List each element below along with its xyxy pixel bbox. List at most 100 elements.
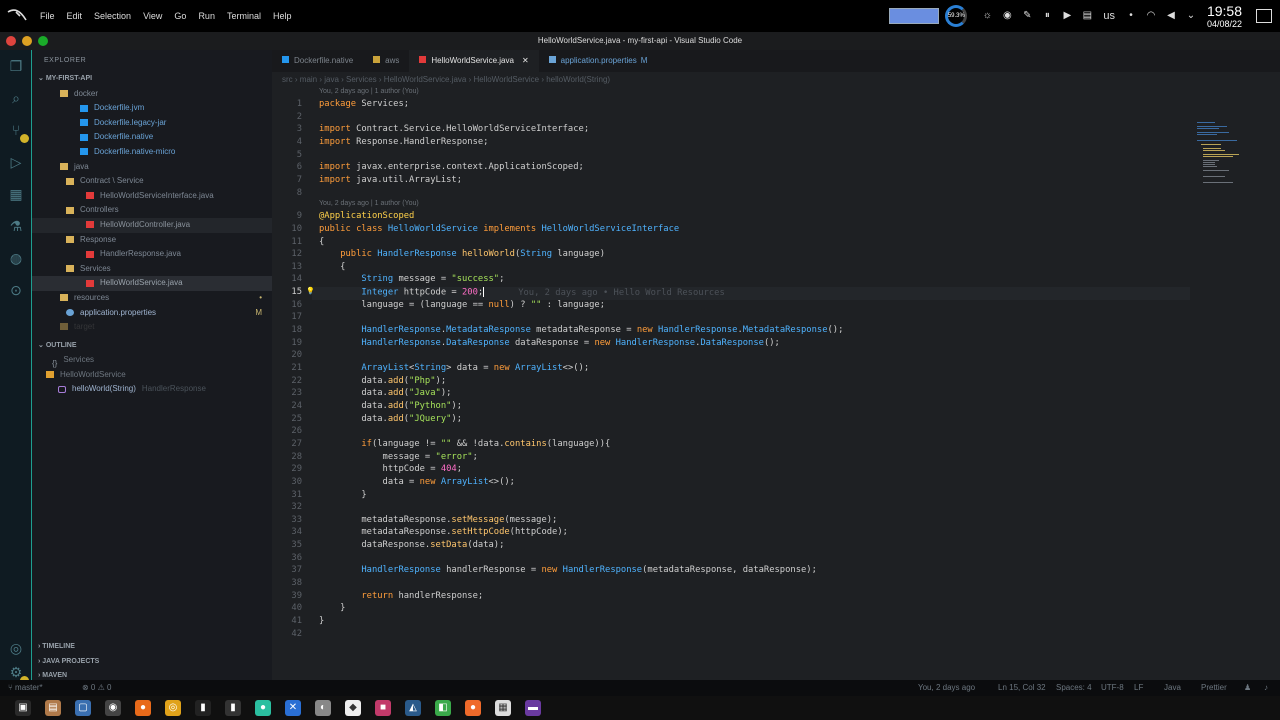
chevron-down-icon[interactable]: ⌄: [1185, 11, 1197, 21]
tree-item[interactable]: Dockerfile.jvm: [32, 101, 272, 116]
maximize-window-button[interactable]: [38, 36, 48, 46]
account-status-icon[interactable]: ♟: [1244, 680, 1251, 696]
tree-item[interactable]: HelloWorldService.java: [32, 276, 272, 291]
editor-tab[interactable]: HelloWorldService.java ✕: [409, 50, 539, 72]
tree-item[interactable]: resources •: [32, 291, 272, 306]
close-window-button[interactable]: [6, 36, 16, 46]
prettier-status[interactable]: Prettier: [1201, 680, 1227, 696]
show-desktop-button[interactable]: [1256, 9, 1272, 23]
tree-item[interactable]: Contract \ Service: [32, 174, 272, 189]
tree-item[interactable]: Dockerfile.native: [32, 130, 272, 145]
branch-status[interactable]: ⑂ master*: [8, 680, 43, 696]
clock[interactable]: 19:58 04/08/22: [1207, 4, 1242, 29]
source-control-icon[interactable]: ⑂: [7, 121, 29, 143]
system-menu-item[interactable]: File: [40, 11, 55, 21]
doc-app-icon[interactable]: ▦: [495, 700, 511, 716]
postman-app-icon[interactable]: ●: [465, 700, 481, 716]
chrome-app-icon[interactable]: ◎: [165, 700, 181, 716]
minimize-window-button[interactable]: [22, 36, 32, 46]
term2-app-icon[interactable]: ▮: [195, 700, 211, 716]
firefox-app-icon[interactable]: ●: [135, 700, 151, 716]
inkscape-app-icon[interactable]: ◆: [345, 700, 361, 716]
language-mode[interactable]: Java: [1164, 680, 1181, 696]
blame-status[interactable]: You, 2 days ago: [918, 680, 975, 696]
term3-app-icon[interactable]: ▮: [225, 700, 241, 716]
sublime-app-icon[interactable]: ▬: [525, 700, 541, 716]
outline-item[interactable]: {} Services: [32, 353, 272, 368]
bluetooth-icon[interactable]: •: [1125, 11, 1137, 21]
manage-gear-icon[interactable]: ⚙: [7, 663, 29, 685]
system-menu-item[interactable]: Terminal: [227, 11, 261, 21]
tree-item[interactable]: target: [32, 320, 272, 335]
outline-item[interactable]: HelloWorldService: [32, 368, 272, 383]
codelens-blame[interactable]: You, 2 days ago | 1 author (You): [319, 88, 419, 95]
tree-item[interactable]: Response: [32, 233, 272, 248]
tree-item[interactable]: HelloWorldController.java: [32, 217, 272, 233]
wireshark-app-icon[interactable]: ◭: [405, 700, 421, 716]
jetbrains-app-icon[interactable]: ■: [375, 700, 391, 716]
gimp-app-icon[interactable]: ◐: [315, 700, 331, 716]
pause-icon[interactable]: ⏸: [1041, 11, 1053, 21]
kali-logo-icon[interactable]: [6, 6, 28, 26]
minimap[interactable]: [1195, 120, 1240, 190]
indentation[interactable]: Spaces: 4: [1056, 680, 1092, 696]
extensions-icon[interactable]: ▦: [7, 185, 25, 203]
slack-app-icon[interactable]: ●: [255, 700, 271, 716]
java-projects-header[interactable]: › JAVA PROJECTS: [32, 655, 272, 670]
tree-item[interactable]: Dockerfile.native-micro: [32, 145, 272, 160]
wifi-icon[interactable]: ◠: [1145, 11, 1157, 21]
record-icon[interactable]: ◉: [1001, 11, 1013, 21]
outline-item[interactable]: helloWorld(String) HandlerResponse: [32, 382, 272, 397]
breadcrumb[interactable]: src › main › java › Services › HelloWorl…: [272, 72, 1280, 87]
tree-item[interactable]: docker: [32, 87, 272, 102]
github-icon[interactable]: ⊙: [7, 281, 25, 299]
explorer-icon[interactable]: ❐: [7, 57, 25, 75]
editor-tab[interactable]: Dockerfile.native: [272, 50, 363, 72]
problems-status[interactable]: ⊗ 0 ⚠ 0: [82, 680, 111, 696]
system-menu-item[interactable]: View: [143, 11, 162, 21]
timeline-header[interactable]: › TIMELINE: [32, 640, 272, 655]
qt-app-icon[interactable]: ◧: [435, 700, 451, 716]
end-of-line[interactable]: LF: [1134, 680, 1143, 696]
archive-app-icon[interactable]: ▤: [45, 700, 61, 716]
close-icon[interactable]: ✕: [522, 56, 529, 65]
brush-icon[interactable]: ✎: [1021, 11, 1033, 21]
volume-icon[interactable]: ◀: [1165, 11, 1177, 21]
keyboard-layout[interactable]: us: [1103, 10, 1115, 22]
encoding[interactable]: UTF-8: [1101, 680, 1124, 696]
system-menu-item[interactable]: Help: [273, 11, 292, 21]
vscode-app-icon[interactable]: ✕: [285, 700, 301, 716]
clipboard-icon[interactable]: ▤: [1081, 11, 1093, 21]
tree-item[interactable]: HelloWorldServiceInterface.java: [32, 189, 272, 204]
search-icon[interactable]: ⌕: [7, 89, 25, 107]
tree-item[interactable]: java: [32, 160, 272, 175]
editor-tab[interactable]: aws: [363, 50, 409, 72]
run-debug-icon[interactable]: ▷: [7, 153, 25, 171]
tree-item[interactable]: Services: [32, 262, 272, 277]
system-menu-item[interactable]: Edit: [67, 11, 83, 21]
tree-item[interactable]: HandlerResponse.java: [32, 247, 272, 262]
whisker-app-icon[interactable]: ◉: [105, 700, 121, 716]
outline-header[interactable]: ⌄ OUTLINE: [32, 339, 272, 354]
files-app-icon[interactable]: ▢: [75, 700, 91, 716]
tree-item[interactable]: Controllers: [32, 203, 272, 218]
system-menu-item[interactable]: Run: [198, 11, 215, 21]
cursor-position[interactable]: Ln 15, Col 32: [998, 680, 1046, 696]
terminal-app-icon[interactable]: ▣: [15, 700, 31, 716]
remote-explorer-icon[interactable]: ◍: [7, 249, 25, 267]
line-number: 38: [291, 578, 302, 589]
project-header[interactable]: ⌄ MY-FIRST-API: [32, 72, 272, 87]
codelens-blame[interactable]: You, 2 days ago | 1 author (You): [319, 200, 419, 207]
account-icon[interactable]: ◎: [7, 639, 25, 657]
notification-icon[interactable]: ☼: [981, 11, 993, 21]
camera-icon[interactable]: ▶: [1061, 11, 1073, 21]
system-menu-item[interactable]: Selection: [94, 11, 131, 21]
testing-icon[interactable]: ⚗: [7, 217, 25, 235]
tree-item[interactable]: Dockerfile.legacy-jar: [32, 116, 272, 131]
tree-item[interactable]: application.properties M: [32, 306, 272, 321]
system-menu-item[interactable]: Go: [174, 11, 186, 21]
editor-tab[interactable]: application.properties M: [539, 50, 658, 72]
tree-label: Dockerfile.legacy-jar: [94, 117, 167, 127]
lightbulb-icon[interactable]: 💡: [306, 287, 315, 295]
bell-icon[interactable]: ♪: [1264, 680, 1268, 696]
